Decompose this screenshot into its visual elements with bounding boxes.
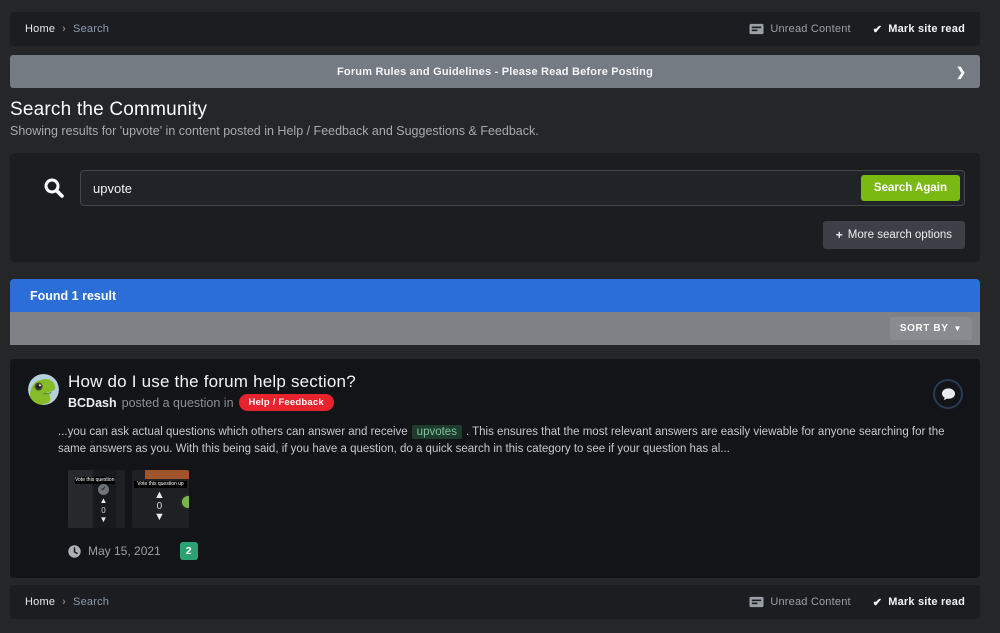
page-subtitle: Showing results for 'upvote' in content …: [10, 124, 980, 138]
more-search-options-label: More search options: [848, 229, 952, 241]
thumbnail-header-bar: [145, 470, 189, 479]
attachment-thumbnail[interactable]: Vote this question up ▲ 0 ▼: [132, 470, 189, 528]
results-count-bar: Found 1 result: [10, 279, 980, 312]
downvote-arrow-icon: ▼: [154, 512, 165, 523]
search-icon: [43, 177, 65, 199]
breadcrumb-search-link[interactable]: Search: [73, 23, 109, 35]
search-again-button[interactable]: Search Again: [861, 175, 960, 201]
breadcrumb-bar-bottom: Home › Search Unread Content ✔ Mark site…: [10, 585, 980, 619]
unread-content-icon: [749, 23, 764, 35]
vote-counter: 0: [101, 506, 105, 515]
breadcrumb-home-link[interactable]: Home: [25, 596, 55, 608]
search-panel: Search Again + More search options: [10, 153, 980, 262]
speech-bubble-icon: [941, 387, 956, 401]
page-title: Search the Community: [10, 99, 980, 121]
breadcrumb-bar-top: Home › Search Unread Content ✔ Mark site…: [10, 12, 980, 46]
results-header: Found 1 result SORT BY ▼: [10, 279, 980, 345]
sort-bar: SORT BY ▼: [10, 312, 980, 345]
plus-icon: +: [836, 228, 843, 242]
page-wrapper: Home › Search Unread Content ✔ Mark site…: [10, 12, 980, 619]
search-input-wrap: Search Again: [80, 170, 965, 206]
upvote-arrow-icon: ▲: [154, 490, 165, 501]
bar-actions: Unread Content ✔ Mark site read: [749, 596, 965, 609]
clock-icon: [68, 545, 81, 558]
unread-content-link[interactable]: Unread Content: [749, 596, 850, 608]
mark-site-read-link[interactable]: ✔ Mark site read: [873, 596, 965, 609]
thumbnail-tooltip-text: Vote this question up: [134, 481, 187, 488]
search-result-card: How do I use the forum help section? BCD…: [10, 359, 980, 578]
result-snippet: ...you can ask actual questions which ot…: [58, 424, 962, 458]
unread-content-label: Unread Content: [770, 596, 850, 608]
page-heading: Search the Community Showing results for…: [10, 99, 980, 138]
search-row: Search Again: [25, 170, 965, 206]
forum-rules-banner-text: Forum Rules and Guidelines - Please Read…: [337, 66, 653, 78]
result-byline: BCDash posted a question in Help / Feedb…: [68, 394, 356, 411]
thumbnail-avatar: [180, 494, 189, 510]
avatar[interactable]: [28, 374, 59, 405]
results-count-label: Found 1 result: [30, 289, 116, 303]
vote-widget: ✔ ▲ 0 ▼: [98, 484, 109, 524]
byline-action-text: posted a question in: [122, 396, 234, 410]
author-link[interactable]: BCDash: [68, 396, 117, 410]
upvote-arrow-icon: ▲: [100, 497, 108, 505]
result-meta: May 15, 2021 2: [68, 542, 962, 560]
sort-by-button[interactable]: SORT BY ▼: [890, 317, 972, 340]
breadcrumb-separator-icon: ›: [62, 596, 66, 608]
check-circle-icon: ✔: [98, 484, 109, 495]
snippet-highlight: upvotes: [412, 425, 462, 439]
breadcrumb: Home › Search: [25, 596, 109, 608]
mark-site-read-label: Mark site read: [888, 23, 965, 35]
breadcrumb-home-link[interactable]: Home: [25, 23, 55, 35]
vote-widget: ▲ 0 ▼: [154, 490, 165, 523]
result-title-link[interactable]: How do I use the forum help section?: [68, 372, 356, 392]
attachment-thumbnail[interactable]: Vote this question up ✔ ▲ 0 ▼: [68, 470, 125, 528]
caret-down-icon: ▼: [953, 324, 962, 333]
forum-rules-banner[interactable]: Forum Rules and Guidelines - Please Read…: [10, 55, 980, 88]
search-input[interactable]: [80, 170, 965, 206]
reply-count-badge[interactable]: 2: [180, 542, 198, 560]
go-to-topic-button[interactable]: [933, 379, 963, 409]
search-options-row: + More search options: [25, 221, 965, 249]
downvote-arrow-icon: ▼: [100, 516, 108, 524]
vote-counter: 0: [157, 502, 163, 511]
sort-by-label: SORT BY: [900, 323, 949, 334]
thumbnail-tooltip-text: Vote this question up: [75, 477, 115, 484]
unread-content-label: Unread Content: [770, 23, 850, 35]
result-date: May 15, 2021: [88, 544, 161, 558]
chevron-right-icon: ❯: [956, 65, 966, 79]
breadcrumb-separator-icon: ›: [62, 23, 66, 35]
breadcrumb-search-link[interactable]: Search: [73, 596, 109, 608]
check-icon: ✔: [873, 596, 882, 609]
snippet-text-before: ...you can ask actual questions which ot…: [58, 426, 408, 438]
unread-content-link[interactable]: Unread Content: [749, 23, 850, 35]
mark-site-read-link[interactable]: ✔ Mark site read: [873, 23, 965, 36]
mark-site-read-label: Mark site read: [888, 596, 965, 608]
category-badge[interactable]: Help / Feedback: [239, 394, 334, 411]
bar-actions: Unread Content ✔ Mark site read: [749, 23, 965, 36]
check-icon: ✔: [873, 23, 882, 36]
more-search-options-button[interactable]: + More search options: [823, 221, 965, 249]
breadcrumb: Home › Search: [25, 23, 109, 35]
result-header-text: How do I use the forum help section? BCD…: [68, 372, 356, 411]
result-header: How do I use the forum help section? BCD…: [28, 372, 962, 411]
unread-content-icon: [749, 596, 764, 608]
attachment-thumbnails: Vote this question up ✔ ▲ 0 ▼ Vote this …: [68, 470, 962, 528]
